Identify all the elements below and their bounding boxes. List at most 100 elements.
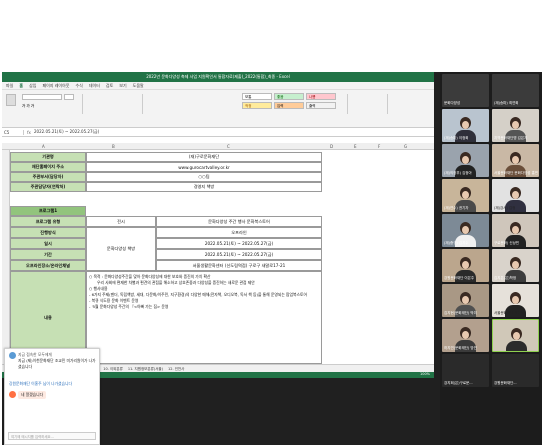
sheet-tab[interactable]: 12. 인천사 xyxy=(168,365,184,372)
sheet-grid[interactable]: 기관명 (재)구로문화재단 재단홈페이지 주소 www.gurocartvall… xyxy=(2,150,434,364)
sheet-tab[interactable]: 10. 이외분류 xyxy=(103,365,123,372)
participant-tile[interactable]: (재)연수) 권기자 xyxy=(442,179,489,212)
period-label[interactable]: 기간 xyxy=(10,249,86,260)
font-size-select[interactable] xyxy=(64,94,74,100)
participant-tile[interactable]: 문화다양성 xyxy=(442,74,489,107)
participant-name: 김지은(은)학정 xyxy=(494,276,517,280)
ribbon: 가 가 가 보통 좋음 나쁨 적정 입력 출력 xyxy=(2,90,434,128)
alignment-group xyxy=(82,94,132,114)
participant-name: 강지희(은)구로문... xyxy=(444,381,473,385)
method-label[interactable]: 진행방식 xyxy=(10,227,86,238)
chat-input[interactable]: 여기에 메시지를 입력하세요... xyxy=(8,432,96,440)
col-d[interactable]: D xyxy=(330,144,333,149)
participant-tile[interactable]: 강지희(은)구로문... xyxy=(442,354,489,387)
participant-tile[interactable]: (재)중구) 김지수 xyxy=(442,214,489,247)
tab-insert[interactable]: 삽입 xyxy=(29,82,36,89)
sheet-tab[interactable]: 11. 지원정보분류(서울) xyxy=(128,365,163,372)
tab-home[interactable]: 홈 xyxy=(19,82,23,89)
tab-file[interactable]: 파일 xyxy=(6,82,13,89)
organizer-label[interactable]: 기관명 xyxy=(10,152,86,162)
col-b[interactable]: B xyxy=(112,144,115,149)
participant-name: (재)의정부) 김정아 xyxy=(444,171,472,175)
col-c[interactable]: C xyxy=(227,144,230,149)
tab-data[interactable]: 데이터 xyxy=(89,82,100,89)
bold-icon[interactable]: 가 가 가 xyxy=(22,104,34,109)
participant-tile[interactable]: 강원문화재단... xyxy=(492,354,539,387)
participant-tile[interactable]: (재)강서) 김정 xyxy=(492,179,539,212)
font-name-select[interactable] xyxy=(22,94,62,100)
participant-name: 서울문화재단 오은영 xyxy=(494,311,525,315)
participant-tile[interactable]: 서울문화재단 오은영 xyxy=(492,284,539,317)
excel-window: 2022년 문화다양성 축제 사업 지원확인서 통합자료(제출)_2022(통합… xyxy=(2,72,434,378)
excel-title: 2022년 문화다양성 축제 사업 지원확인서 통합자료(제출)_2022(통합… xyxy=(2,72,434,82)
place-label[interactable]: 오프라인장소/온라인채널 xyxy=(10,260,86,271)
tab-view[interactable]: 보기 xyxy=(119,82,126,89)
paste-icon[interactable] xyxy=(6,94,16,106)
participant-tile[interactable]: 하지연(문화재단) 방연 xyxy=(442,319,489,352)
tab-page-layout[interactable]: 페이지 레이아웃 xyxy=(42,82,69,89)
contact-label[interactable]: 주관담당자(연락처) xyxy=(10,182,86,192)
formula-input[interactable]: 2022.05.21(토) ~ 2022.05.27(금) xyxy=(34,129,99,135)
chat-sender: 강원문화재단 이홍주 님이 나가셨습니다 xyxy=(9,381,73,386)
col-f[interactable]: F xyxy=(378,144,380,149)
style-input[interactable]: 입력 xyxy=(274,102,304,109)
desktop: 2022년 문화다양성 축제 사업 지원확인서 통합자료(제출)_2022(통합… xyxy=(2,72,542,445)
program-name[interactable]: 문화다양성 주간 행사 문화북스토어 xyxy=(156,216,322,227)
participant-tile[interactable]: 김지현(문화재단) 박미 xyxy=(442,284,489,317)
style-good[interactable]: 좋음 xyxy=(274,93,304,100)
participant-name: 서울문화재단 문화다양성 홍민 xyxy=(494,171,539,175)
period-value[interactable]: 2022.05.21(토) ~ 2022.05.27(금) xyxy=(156,249,322,260)
style-neutral[interactable]: 적정 xyxy=(242,102,272,109)
tab-help[interactable]: 도움말 xyxy=(133,82,144,89)
tab-formulas[interactable]: 수식 xyxy=(75,82,82,89)
name-box[interactable]: C5 xyxy=(2,129,24,135)
participant-name: (재)연수) 권기자 xyxy=(444,206,469,210)
fx-icon[interactable]: fx xyxy=(24,130,34,135)
participant-name: 하지연(문화재단) 방연 xyxy=(444,346,477,350)
style-normal[interactable]: 보통 xyxy=(242,93,272,100)
tab-review[interactable]: 검토 xyxy=(106,82,113,89)
type-value[interactable]: 전시 xyxy=(86,216,156,227)
site-value[interactable]: www.gurocartvalley.or.kr xyxy=(86,162,322,172)
participant-tile-speaking[interactable] xyxy=(492,319,539,352)
participant-tile[interactable]: (재)송파) 이정희 xyxy=(442,109,489,142)
organizer-value[interactable]: (재)구로문화재단 xyxy=(86,152,322,162)
avatar xyxy=(9,352,16,359)
participant-tile[interactable]: 지역문화재단명 김은지 xyxy=(492,109,539,142)
formula-bar: C5 fx 2022.05.21(토) ~ 2022.05.27(금) xyxy=(2,128,434,137)
participant-name: 지역문화재단명 김은지 xyxy=(494,136,528,140)
participant-tile[interactable]: 김지은(은)학정 xyxy=(492,249,539,282)
participant-tile[interactable]: 구로문화) 신상민 xyxy=(492,214,539,247)
style-bad[interactable]: 나쁨 xyxy=(306,93,336,100)
participant-tile[interactable]: 서울문화재단 문화다양성 홍민 xyxy=(492,144,539,177)
date-label[interactable]: 일시 xyxy=(10,238,86,249)
site-label[interactable]: 재단홈페이지 주소 xyxy=(10,162,86,172)
style-output[interactable]: 출력 xyxy=(306,102,336,109)
participant-tile[interactable]: (재)송파) 최연희 xyxy=(492,74,539,107)
participant-name: (재)송파) 이정희 xyxy=(444,136,469,140)
content-cell[interactable]: ○ 목적 : 문화다양성주간을 맞아 문화다양성에 대한 보호와 증진의 가치 … xyxy=(86,271,322,364)
editing-group xyxy=(387,94,427,114)
manager-value[interactable]: ○○팀 xyxy=(86,172,322,182)
col-a[interactable]: A xyxy=(42,144,45,149)
participant-tile[interactable]: 강원문화재단 이은주 xyxy=(442,249,489,282)
date-value[interactable]: 2022.05.21(토) ~ 2022.05.27(금) xyxy=(156,238,322,249)
avatar xyxy=(9,391,16,398)
participant-tile[interactable]: (재)의정부) 김정아 xyxy=(442,144,489,177)
video-call-panel: 문화다양성 (재)송파) 최연희 (재)송파) 이정희 지역문화재단명 김은지 … xyxy=(440,72,542,445)
ribbon-tabs: 파일 홈 삽입 페이지 레이아웃 수식 데이터 검토 보기 도움말 xyxy=(2,82,434,90)
chat-text: 지금 (제)이천문화재단 조교민 미가리원이가 나가셨습니다 xyxy=(18,358,96,369)
contact-value[interactable]: 경영지 책방 xyxy=(86,182,322,192)
zoom-level[interactable]: 100% xyxy=(420,372,430,376)
participant-name: 구로문화) 신상민 xyxy=(494,241,520,245)
method-value[interactable]: 오프라인 xyxy=(156,227,322,238)
manager-label[interactable]: 주관부서(담당자) xyxy=(10,172,86,182)
col-e[interactable]: E xyxy=(354,144,357,149)
type-label[interactable]: 프로그램 유형 xyxy=(10,216,86,227)
col-g[interactable]: G xyxy=(404,144,407,149)
program-header[interactable]: 프로그램1 xyxy=(10,206,86,216)
group-label[interactable]: 문화다양성 책방 xyxy=(86,227,156,271)
chat-message: 네 알겠습니다 xyxy=(9,391,47,399)
place-value[interactable]: 서울생활문화센터 (신도림역점) 구로구 새말로17-21 xyxy=(156,260,322,271)
participant-name: (재)중구) 김지수 xyxy=(444,241,469,245)
